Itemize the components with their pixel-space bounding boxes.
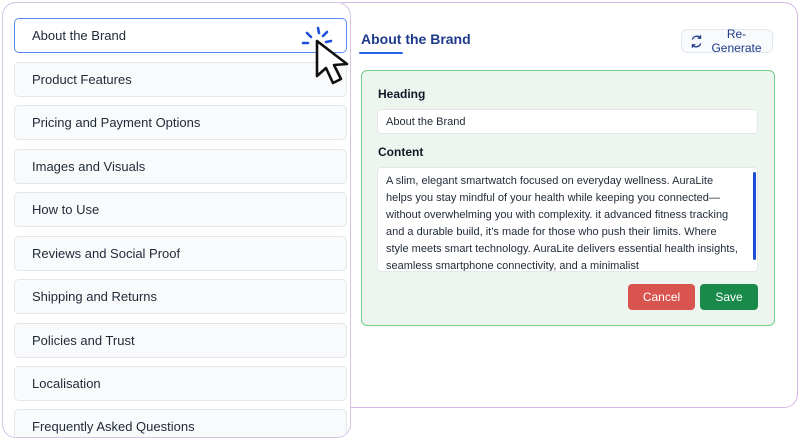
nav-item-how-to-use[interactable]: How to Use — [14, 192, 347, 227]
nav-item-localisation[interactable]: Localisation — [14, 366, 347, 401]
regenerate-button[interactable]: Re-Generate — [681, 27, 773, 55]
editor-panel: About the Brand Re-Generate Heading Cont… — [330, 2, 798, 408]
refresh-icon — [690, 34, 703, 48]
save-button[interactable]: Save — [700, 284, 758, 310]
content-scrollbar[interactable] — [753, 172, 756, 260]
content-label: Content — [378, 145, 424, 159]
nav-item-pricing-and-payment-options[interactable]: Pricing and Payment Options — [14, 105, 347, 140]
content-text: A slim, elegant smartwatch focused on ev… — [386, 175, 738, 272]
nav-item-reviews-and-social-proof[interactable]: Reviews and Social Proof — [14, 236, 347, 271]
section-nav-panel: About the Brand Product Features Pricing… — [2, 2, 351, 438]
nav-item-policies-and-trust[interactable]: Policies and Trust — [14, 323, 347, 358]
section-title: About the Brand — [361, 31, 471, 47]
regenerate-label: Re-Generate — [711, 27, 762, 55]
heading-label: Heading — [378, 87, 426, 101]
cancel-button[interactable]: Cancel — [628, 284, 695, 310]
nav-item-product-features[interactable]: Product Features — [14, 62, 347, 97]
content-textarea[interactable]: A slim, elegant smartwatch focused on ev… — [377, 167, 758, 272]
nav-item-about-the-brand[interactable]: About the Brand — [14, 18, 347, 53]
edit-card: Heading Content A slim, elegant smartwat… — [361, 70, 775, 326]
title-underline — [359, 52, 403, 54]
nav-item-shipping-and-returns[interactable]: Shipping and Returns — [14, 279, 347, 314]
heading-input[interactable] — [377, 109, 758, 134]
nav-item-images-and-visuals[interactable]: Images and Visuals — [14, 149, 347, 184]
nav-item-frequently-asked-questions[interactable]: Frequently Asked Questions — [14, 409, 347, 437]
